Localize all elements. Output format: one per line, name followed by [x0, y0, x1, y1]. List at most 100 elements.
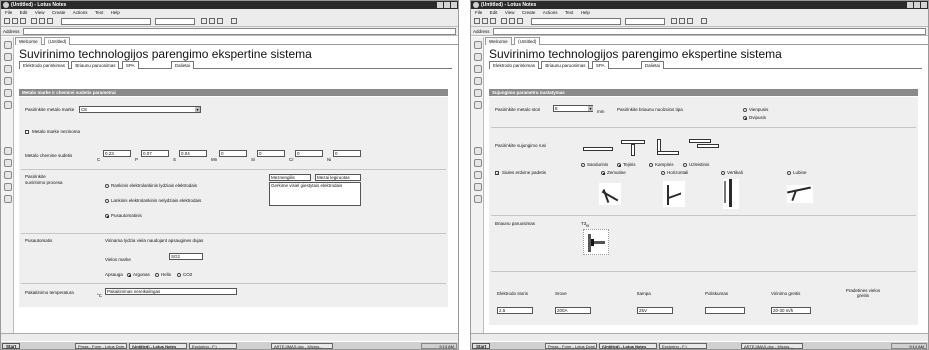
- tab-spa[interactable]: SPA: [121, 61, 139, 69]
- italic-icon[interactable]: [209, 18, 215, 24]
- cut-icon[interactable]: [31, 18, 37, 24]
- history-icon[interactable]: [474, 183, 482, 191]
- wire-field[interactable]: SG2: [169, 253, 203, 260]
- back-icon[interactable]: [474, 18, 480, 24]
- chem-mn-field[interactable]: 0: [219, 150, 247, 157]
- shield-radio-helium[interactable]: [155, 273, 159, 277]
- metal-unknown-checkbox[interactable]: [25, 130, 29, 134]
- more-bookmarks-icon[interactable]: [4, 159, 12, 167]
- taskbar-item[interactable]: Exploring - F:\: [189, 343, 237, 349]
- more-bookmarks-icon[interactable]: [474, 159, 482, 167]
- tab-dalietai[interactable]: Dalietai: [640, 61, 664, 69]
- taskbar-item[interactable]: (Untitled) - Lotus Notes: [599, 343, 657, 349]
- folder-icon[interactable]: [4, 195, 12, 203]
- address-field[interactable]: [493, 28, 926, 35]
- menu-file[interactable]: File: [475, 10, 482, 15]
- seam-radio-horizontal[interactable]: [661, 171, 665, 175]
- tab-untitled[interactable]: (Untitled): [514, 37, 541, 45]
- address-book-icon[interactable]: [474, 65, 482, 73]
- seam-radio-flat[interactable]: [601, 171, 605, 175]
- menu-create[interactable]: Create: [522, 10, 536, 15]
- databases-icon[interactable]: [4, 147, 12, 155]
- electrode-desc[interactable]: Gerkime visiel giestytais elektrodais: [269, 182, 361, 206]
- bold-icon[interactable]: [201, 18, 207, 24]
- param-field-current[interactable]: 200A: [555, 307, 591, 314]
- joint-radio-butt[interactable]: [581, 163, 585, 167]
- save-icon[interactable]: [12, 18, 18, 24]
- chem-ni-field[interactable]: 0: [333, 150, 361, 157]
- chevron-down-icon[interactable]: ▾: [588, 106, 593, 111]
- joint-radio-lap[interactable]: [683, 163, 687, 167]
- param-field-electrode[interactable]: 2.5: [497, 307, 533, 314]
- taskbar-item[interactable]: Prnas - Form - Lotus Dom...: [75, 343, 127, 349]
- electrode-field-1[interactable]: Meznengilis: [269, 174, 311, 181]
- menu-create[interactable]: Create: [52, 10, 66, 15]
- chem-s-field[interactable]: 0.04: [179, 150, 207, 157]
- folder-icon[interactable]: [474, 195, 482, 203]
- menu-actions[interactable]: Actions: [543, 10, 558, 15]
- todo-icon[interactable]: [474, 77, 482, 85]
- bold-icon[interactable]: [671, 18, 677, 24]
- save-icon[interactable]: [482, 18, 488, 24]
- cut-icon[interactable]: [501, 18, 507, 24]
- mail-icon[interactable]: [4, 41, 12, 49]
- menu-text[interactable]: Text: [95, 10, 103, 15]
- underline-icon[interactable]: [687, 18, 693, 24]
- databases-icon[interactable]: [474, 147, 482, 155]
- process-radio-semiauto[interactable]: [105, 214, 109, 218]
- calendar-icon[interactable]: [4, 53, 12, 61]
- process-radio-manual[interactable]: [105, 184, 109, 188]
- tab-briaunu-paruosimas[interactable]: Briaunu paruosimas: [541, 61, 590, 69]
- taskbar-item[interactable]: ARTEJIMAS.doc - Micros...: [271, 343, 333, 349]
- chem-cr-field[interactable]: 0: [295, 150, 323, 157]
- menu-file[interactable]: File: [5, 10, 12, 15]
- calendar-icon[interactable]: [474, 53, 482, 61]
- shield-radio-co2[interactable]: [177, 273, 181, 277]
- binoculars-icon[interactable]: [701, 18, 707, 24]
- param-field-speed[interactable]: 20-30 m/h: [771, 307, 811, 314]
- start-button[interactable]: Start: [2, 343, 21, 349]
- joint-radio-corner[interactable]: [649, 163, 653, 167]
- internet-icon[interactable]: [4, 171, 12, 179]
- tab-briaunu-paruosimas[interactable]: Briaunu paruosimas: [71, 61, 120, 69]
- menu-view[interactable]: View: [505, 10, 515, 15]
- internet-icon[interactable]: [474, 171, 482, 179]
- font-dropdown[interactable]: [155, 18, 195, 25]
- paste-icon[interactable]: [517, 18, 523, 24]
- seam-radio-vertical[interactable]: [721, 171, 725, 175]
- tab-elektrodo-parinkimas[interactable]: Elektrodo parinkimas: [489, 61, 540, 69]
- replicator-icon[interactable]: [4, 89, 12, 97]
- maximize-button[interactable]: [914, 2, 920, 8]
- edge-type-radio-single[interactable]: [743, 108, 747, 112]
- electrode-field-2[interactable]: Mezai legiruotas: [315, 174, 361, 181]
- style-dropdown[interactable]: [61, 18, 151, 25]
- edge-type-radio-double[interactable]: [743, 116, 747, 120]
- menu-view[interactable]: View: [35, 10, 45, 15]
- minimize-button[interactable]: [437, 2, 443, 8]
- tab-untitled[interactable]: (Untitled): [44, 37, 71, 45]
- history-icon[interactable]: [4, 183, 12, 191]
- chevron-down-icon[interactable]: ▾: [195, 107, 200, 112]
- taskbar-item[interactable]: (Untitled) - Lotus Notes: [129, 343, 187, 349]
- chem-p-field[interactable]: 0.07: [141, 150, 169, 157]
- tab-elektrodo-parinkimas[interactable]: Elektrodo parinkimas: [19, 61, 70, 69]
- chem-si-field[interactable]: 0: [257, 150, 285, 157]
- process-radio-tig[interactable]: [105, 199, 109, 203]
- menu-edit[interactable]: Edit: [490, 10, 498, 15]
- mail-icon[interactable]: [474, 41, 482, 49]
- preheat-field[interactable]: Pakaitinimas nereikalingas: [105, 288, 237, 295]
- maximize-button[interactable]: [444, 2, 450, 8]
- param-field-voltage[interactable]: 25V: [637, 307, 673, 314]
- tab-spa[interactable]: SPA: [591, 61, 609, 69]
- tab-welcome[interactable]: Welcome: [15, 37, 42, 45]
- menu-actions[interactable]: Actions: [73, 10, 88, 15]
- close-button[interactable]: [451, 2, 457, 8]
- menu-edit[interactable]: Edit: [20, 10, 28, 15]
- font-dropdown[interactable]: [625, 18, 665, 25]
- todo-icon[interactable]: [4, 77, 12, 85]
- back-icon[interactable]: [4, 18, 10, 24]
- address-field[interactable]: [23, 28, 456, 35]
- menu-text[interactable]: Text: [565, 10, 573, 15]
- replicator-icon[interactable]: [474, 89, 482, 97]
- menu-help[interactable]: Help: [581, 10, 590, 15]
